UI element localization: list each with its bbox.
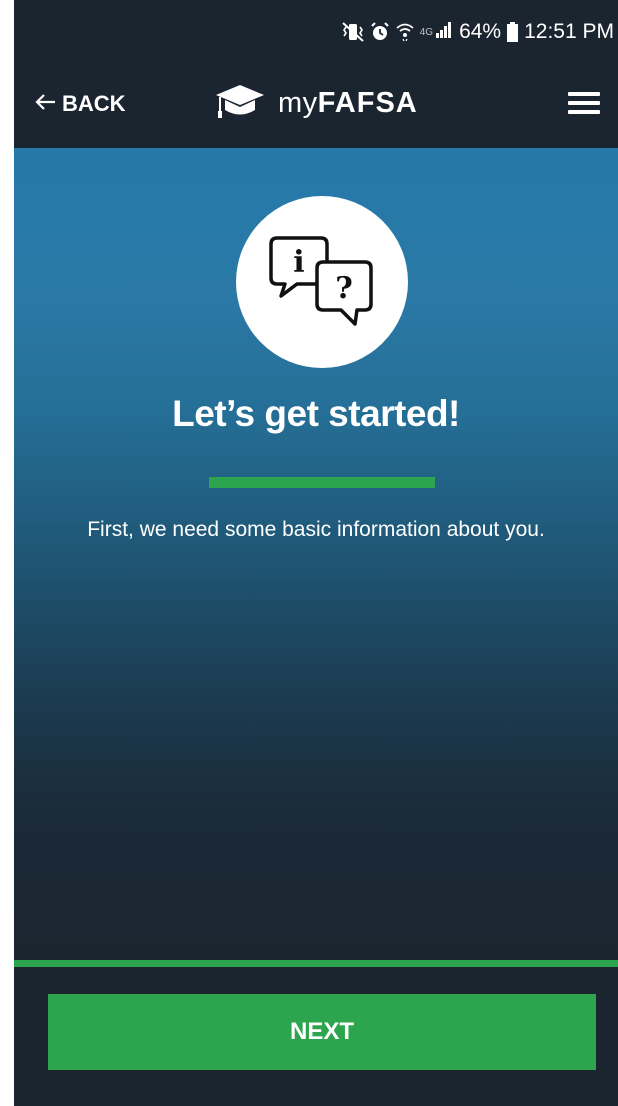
app-header: BACK myFAFSA xyxy=(14,64,618,148)
info-question-chat-bubbles-icon: i ? xyxy=(267,232,377,333)
svg-text:i: i xyxy=(293,245,304,280)
signal-icon xyxy=(435,20,453,44)
next-button[interactable]: NEXT xyxy=(48,994,596,1070)
graduation-cap-icon xyxy=(214,83,266,124)
brand-name: myFAFSA xyxy=(278,86,418,119)
hamburger-menu-icon xyxy=(568,92,602,114)
alarm-icon xyxy=(370,22,390,42)
menu-button[interactable] xyxy=(568,92,602,116)
status-bar: 4G 64% 12:51 PM xyxy=(14,0,618,64)
app-screen: 4G 64% 12:51 PM BACK myFAFSA i ? Let’s g… xyxy=(14,0,618,1106)
title-divider xyxy=(209,477,435,488)
clock: 12:51 PM xyxy=(524,20,614,43)
back-label: BACK xyxy=(62,91,126,116)
intro-text: First, we need some basic information ab… xyxy=(87,518,545,541)
hero-icon-circle: i ? xyxy=(236,196,408,368)
svg-text:?: ? xyxy=(335,271,353,306)
footer-divider xyxy=(14,960,618,967)
vibrate-icon xyxy=(342,22,364,42)
battery-icon xyxy=(507,22,519,42)
page-title: Let’s get started! xyxy=(172,393,460,434)
main-content: i ? Let’s get started! First, we need so… xyxy=(14,148,618,960)
arrow-left-icon xyxy=(34,91,56,117)
back-button[interactable]: BACK xyxy=(34,84,126,124)
network-type-icon: 4G xyxy=(420,20,453,44)
wifi-icon xyxy=(396,22,414,42)
battery-percent: 64% xyxy=(459,20,502,43)
footer: NEXT xyxy=(14,967,618,1106)
brand-logo: myFAFSA xyxy=(214,78,418,128)
